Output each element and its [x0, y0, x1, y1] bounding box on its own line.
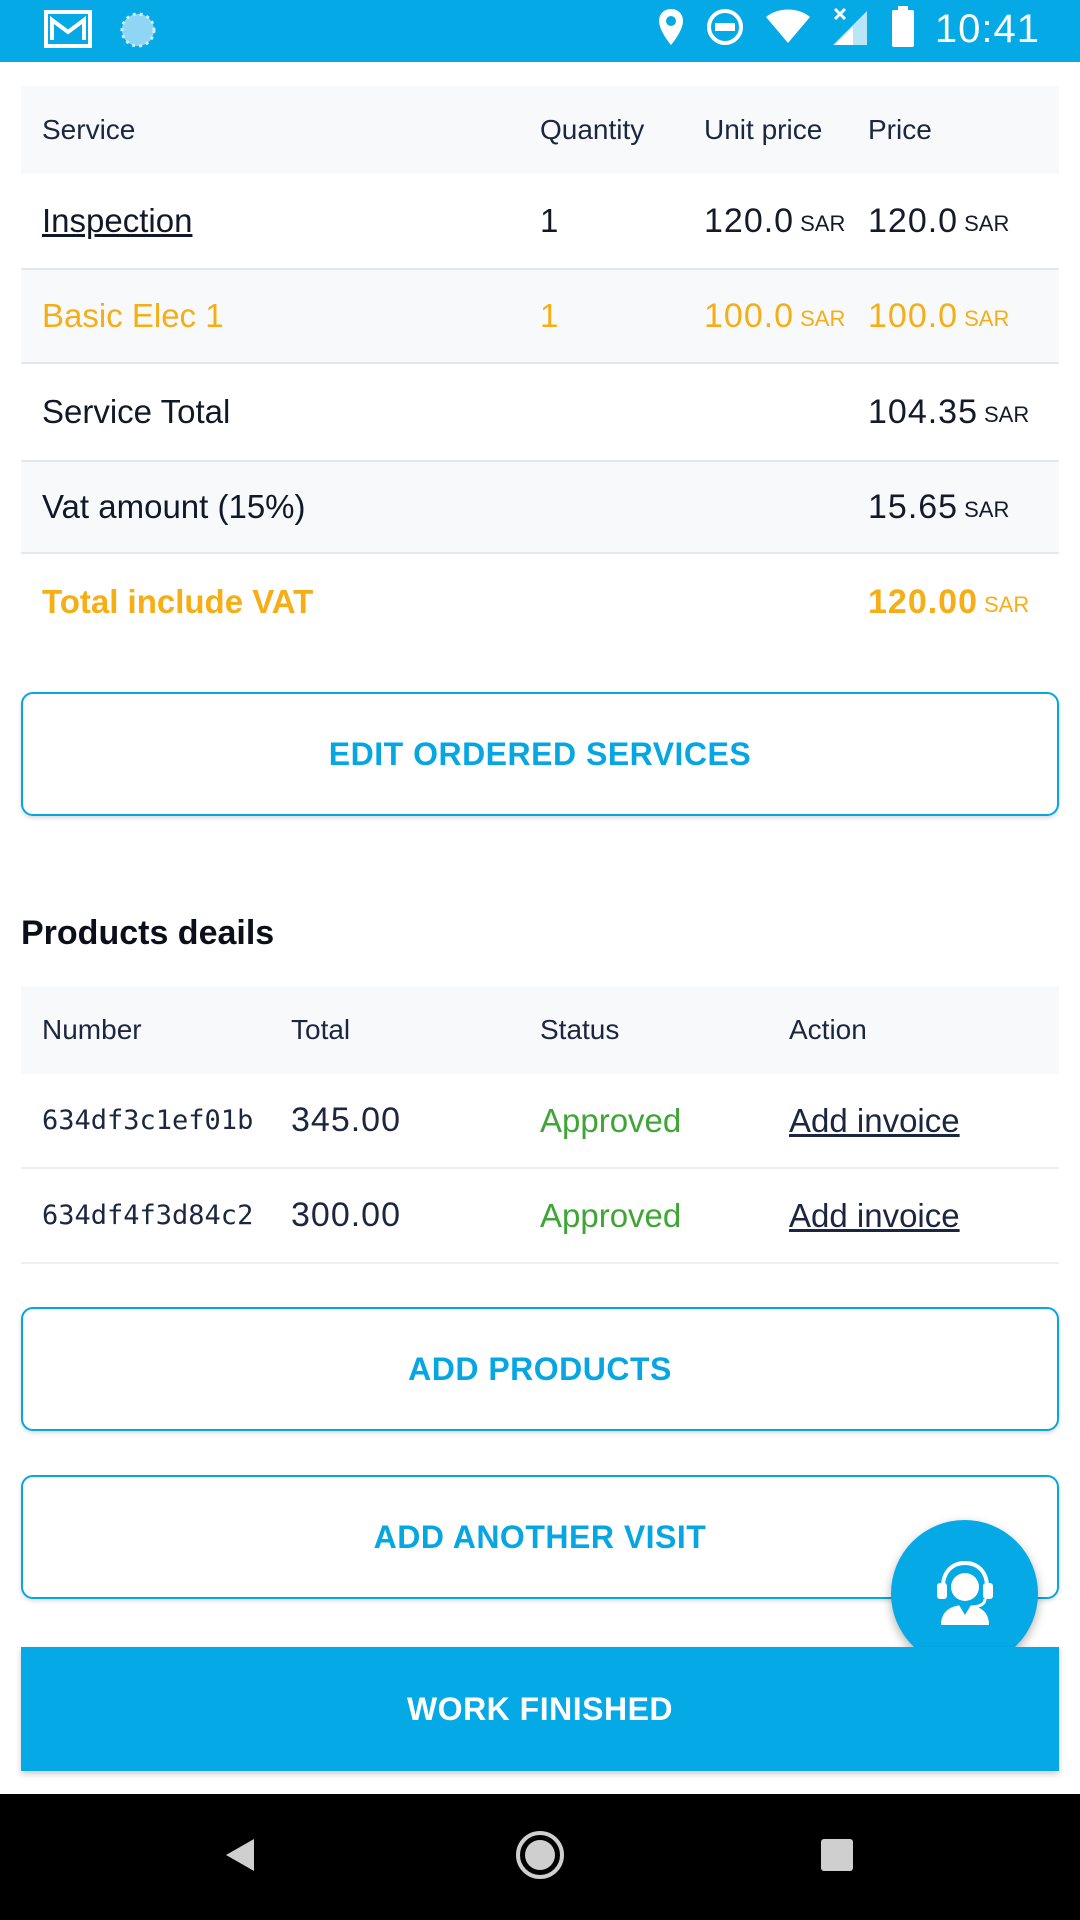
- service-total-row: Service Total 104.35 SAR: [21, 364, 1059, 462]
- header-price: Price: [868, 114, 932, 145]
- service-total-value: 104.35 SAR: [868, 364, 1029, 460]
- vat-label: Vat amount (15%): [42, 488, 306, 525]
- unit-price-currency: SAR: [800, 306, 846, 331]
- status-bar: 10:41: [0, 0, 1080, 62]
- total-vat-currency: SAR: [984, 592, 1030, 617]
- support-fab-button[interactable]: [891, 1520, 1038, 1667]
- header-service: Service: [42, 114, 136, 145]
- service-price: 100.0 SAR: [868, 270, 1009, 362]
- service-link-inspection[interactable]: Inspection: [42, 174, 192, 268]
- signal-icon: [831, 7, 871, 52]
- do-not-disturb-icon: [705, 7, 745, 52]
- service-total-label: Service Total: [42, 393, 231, 430]
- back-button[interactable]: [200, 1794, 280, 1920]
- recents-button[interactable]: [797, 1794, 877, 1920]
- add-invoice-link[interactable]: Add invoice: [789, 1074, 960, 1167]
- add-invoice-link[interactable]: Add invoice: [789, 1169, 960, 1262]
- products-table: Number Total Status Action 634df3c1ef01b…: [21, 986, 1059, 1264]
- header-quantity: Quantity: [540, 114, 645, 145]
- products-section-title: Products deails: [21, 914, 275, 952]
- table-row: 634df3c1ef01b 345.00 Approved Add invoic…: [21, 1074, 1059, 1169]
- price-currency: SAR: [964, 306, 1010, 331]
- edit-ordered-services-button[interactable]: EDIT ORDERED SERVICES: [21, 692, 1059, 816]
- clock-time: 10:41: [934, 7, 1040, 51]
- header-action: Action: [789, 1014, 867, 1045]
- unit-price-currency: SAR: [800, 211, 846, 236]
- service-quantity: 1: [540, 297, 559, 334]
- vat-amount: 15.65: [868, 487, 959, 526]
- support-agent-icon: [929, 1555, 1001, 1632]
- navigation-bar: [0, 1794, 1080, 1920]
- service-price: 120.0 SAR: [868, 174, 1009, 268]
- total-vat-label: Total include VAT: [42, 583, 314, 620]
- table-row: Inspection 1 120.0 SAR 120.0 SAR: [21, 174, 1059, 270]
- work-finished-button[interactable]: WORK FINISHED: [21, 1647, 1059, 1771]
- service-total-amount: 104.35: [868, 392, 978, 431]
- home-button[interactable]: [500, 1794, 580, 1920]
- price-value: 100.0: [868, 296, 959, 335]
- back-icon: [222, 1835, 258, 1880]
- product-number: 634df3c1ef01b: [42, 1105, 254, 1136]
- location-icon: [657, 7, 685, 52]
- status-badge: Approved: [540, 1101, 682, 1139]
- vat-row: Vat amount (15%) 15.65 SAR: [21, 462, 1059, 554]
- service-unit-price: 100.0 SAR: [704, 270, 845, 362]
- service-total-currency: SAR: [984, 402, 1030, 427]
- product-total: 300.00: [291, 1196, 401, 1234]
- service-unit-price: 120.0 SAR: [704, 174, 845, 268]
- services-table: Service Quantity Unit price Price Inspec…: [21, 86, 1059, 650]
- header-number: Number: [42, 1014, 142, 1045]
- header-total: Total: [291, 1014, 351, 1045]
- product-number: 634df4f3d84c2: [42, 1200, 254, 1231]
- vat-value: 15.65 SAR: [868, 462, 1009, 552]
- total-vat-row: Total include VAT 120.00 SAR: [21, 554, 1059, 650]
- price-currency: SAR: [964, 211, 1010, 236]
- battery-icon: [891, 6, 915, 53]
- total-vat-value: 120.00 SAR: [868, 554, 1029, 650]
- scroll-content[interactable]: Service Quantity Unit price Price Inspec…: [0, 62, 1080, 1794]
- unit-price-value: 100.0: [704, 296, 795, 335]
- price-value: 120.0: [868, 201, 959, 240]
- service-quantity: 1: [540, 202, 559, 239]
- header-unit-price: Unit price: [704, 114, 823, 145]
- gmail-icon: [44, 10, 94, 55]
- add-products-button[interactable]: ADD PRODUCTS: [21, 1307, 1059, 1431]
- recents-icon: [819, 1837, 855, 1878]
- services-table-header: Service Quantity Unit price Price: [21, 86, 1059, 174]
- products-table-header: Number Total Status Action: [21, 986, 1059, 1074]
- total-vat-amount: 120.00: [868, 582, 978, 621]
- service-name-basic-elec: Basic Elec 1: [42, 297, 224, 334]
- vat-currency: SAR: [964, 497, 1010, 522]
- wifi-icon: [765, 9, 811, 50]
- status-badge: Approved: [540, 1196, 682, 1234]
- product-total: 345.00: [291, 1101, 401, 1139]
- loading-icon: [118, 10, 158, 55]
- header-status: Status: [540, 1014, 620, 1045]
- table-row: Basic Elec 1 1 100.0 SAR 100.0 SAR: [21, 270, 1059, 364]
- home-icon: [514, 1829, 566, 1886]
- table-row: 634df4f3d84c2 300.00 Approved Add invoic…: [21, 1169, 1059, 1264]
- unit-price-value: 120.0: [704, 201, 795, 240]
